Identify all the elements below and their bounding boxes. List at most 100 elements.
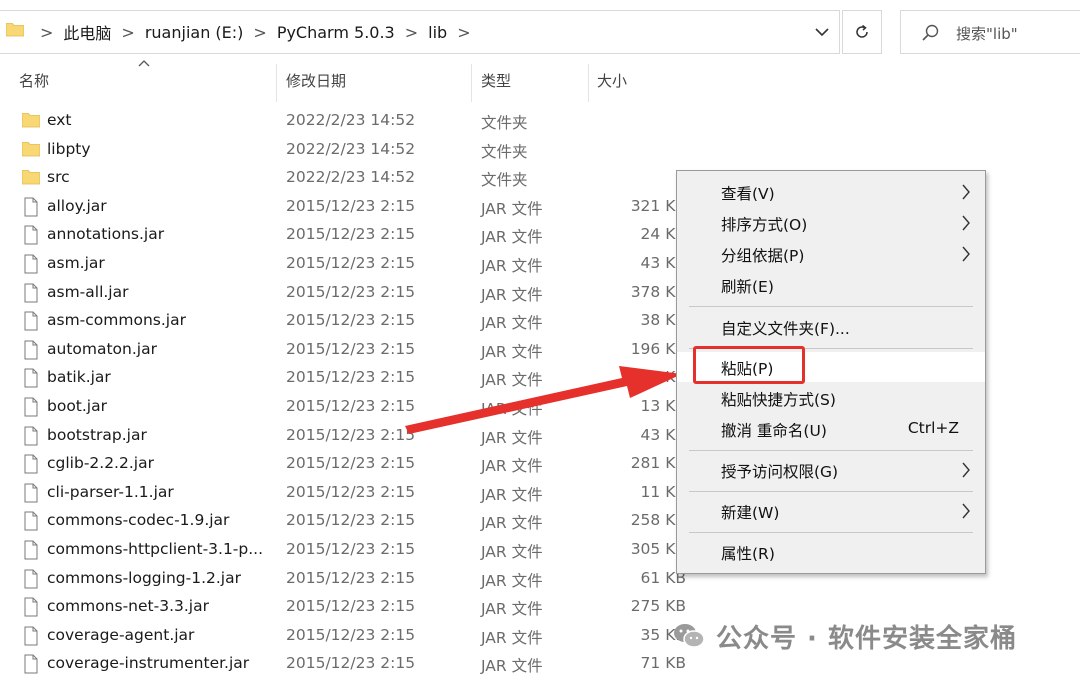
search-placeholder: 搜索"lib": [956, 25, 1018, 43]
file-row[interactable]: commons-net-3.3.jar 2015/12/23 2:15 JAR 文件…: [0, 593, 700, 622]
column-header-type[interactable]: 类型: [481, 70, 511, 94]
file-name: automaton.jar: [47, 339, 157, 358]
file-row[interactable]: commons-httpclient-3.1-p... 2015/12/23 2:…: [0, 536, 700, 565]
menu-item-label: 授予访问权限(G): [721, 463, 839, 481]
file-type: JAR 文件: [481, 657, 543, 676]
menu-item-label: 新建(W): [721, 504, 780, 522]
search-icon: [922, 24, 939, 41]
column-divider[interactable]: [471, 64, 472, 102]
file-icon: [24, 626, 38, 646]
file-row[interactable]: cglib-2.2.2.jar 2015/12/23 2:15 JAR 文件 281 …: [0, 450, 700, 479]
column-header-size[interactable]: 大小: [597, 70, 627, 94]
menu-item-properties[interactable]: 属性(R): [677, 537, 985, 567]
file-name: cli-parser-1.1.jar: [47, 482, 174, 501]
file-row[interactable]: bootstrap.jar 2015/12/23 2:15 JAR 文件 43 KB: [0, 422, 700, 451]
file-row[interactable]: commons-logging-1.2.jar 2015/12/23 2:15 JA…: [0, 565, 700, 594]
breadcrumb-drive[interactable]: ruanjian (E:): [145, 23, 244, 42]
menu-item-label: 刷新(E): [721, 278, 774, 296]
file-row[interactable]: batik.jar 2015/12/23 2:15 JAR 文件 916 KB: [0, 364, 700, 393]
file-type: JAR 文件: [481, 571, 543, 590]
column-divider[interactable]: [276, 64, 277, 102]
file-row[interactable]: src 2022/2/23 14:52 文件夹: [0, 164, 700, 193]
chevron-right-icon: [962, 503, 970, 519]
file-icon: [24, 283, 38, 303]
sort-ascending-icon: [138, 60, 150, 67]
file-type: JAR 文件: [481, 285, 543, 304]
file-row[interactable]: boot.jar 2015/12/23 2:15 JAR 文件 13 KB: [0, 393, 700, 422]
refresh-icon: [856, 24, 868, 38]
menu-item-paste-shortcut[interactable]: 粘贴快捷方式(S): [677, 383, 985, 413]
file-type: 文件夹: [481, 114, 528, 132]
column-header-name[interactable]: 名称: [19, 70, 49, 94]
menu-item-shortcut: Ctrl+Z: [907, 419, 959, 437]
file-row[interactable]: asm-commons.jar 2015/12/23 2:15 JAR 文件 38 K…: [0, 307, 700, 336]
menu-item-sort[interactable]: 排序方式(O): [677, 208, 985, 238]
file-type: JAR 文件: [481, 428, 543, 447]
file-size: 275 KB: [630, 597, 686, 616]
menu-item-group-by[interactable]: 分组依据(P): [677, 239, 985, 269]
search-input[interactable]: 搜索"lib": [900, 10, 1080, 54]
file-row[interactable]: asm-all.jar 2015/12/23 2:15 JAR 文件 378 KB: [0, 279, 700, 308]
chevron-right-icon: >: [404, 22, 419, 42]
folder-icon: [22, 170, 40, 185]
menu-item-refresh[interactable]: 刷新(E): [677, 270, 985, 300]
breadcrumb-this-pc[interactable]: 此电脑: [63, 20, 111, 44]
file-row[interactable]: libpty 2022/2/23 14:52 文件夹: [0, 136, 700, 165]
file-row[interactable]: ext 2022/2/23 14:52 文件夹: [0, 107, 700, 136]
file-size: 71 KB: [640, 654, 686, 673]
file-modified-date: 2015/12/23 2:15: [286, 397, 416, 415]
file-icon: [24, 483, 38, 503]
file-type: JAR 文件: [481, 342, 543, 361]
file-icon: [24, 225, 38, 245]
file-name: coverage-agent.jar: [47, 625, 195, 644]
menu-item-undo-rename[interactable]: 撤消 重命名(U) Ctrl+Z: [677, 414, 985, 444]
file-type: 文件夹: [481, 171, 528, 190]
breadcrumb-lib[interactable]: lib: [428, 23, 447, 42]
menu-item-view[interactable]: 查看(V): [677, 177, 985, 207]
file-name: commons-net-3.3.jar: [47, 597, 209, 616]
file-type: 文件夹: [481, 142, 528, 161]
menu-item-grant-access[interactable]: 授予访问权限(G): [677, 455, 985, 485]
file-icon: [24, 654, 38, 674]
breadcrumb-pycharm[interactable]: PyCharm 5.0.3: [277, 23, 395, 42]
file-icon: [24, 340, 38, 360]
file-type: JAR 文件: [481, 457, 543, 476]
chevron-right-icon: [962, 184, 970, 200]
file-icon: [24, 569, 38, 589]
file-icon: [24, 311, 38, 331]
file-type: JAR 文件: [481, 314, 543, 333]
menu-item-label: 自定义文件夹(F)...: [721, 320, 850, 338]
file-name: commons-logging-1.2.jar: [47, 568, 241, 587]
file-name: src: [47, 168, 70, 187]
wechat-icon: [674, 624, 705, 648]
chevron-right-icon: [962, 215, 970, 231]
column-header-date[interactable]: 修改日期: [286, 70, 346, 94]
menu-separator: [689, 491, 973, 492]
refresh-button[interactable]: [842, 10, 882, 54]
file-row[interactable]: commons-codec-1.9.jar 2015/12/23 2:15 JAR …: [0, 507, 700, 536]
file-modified-date: 2015/12/23 2:15: [286, 597, 416, 616]
menu-item-customize-folder[interactable]: 自定义文件夹(F)...: [677, 312, 985, 342]
watermark-text: 公众号 · 软件安装全家桶: [716, 623, 1017, 654]
file-row[interactable]: annotations.jar 2015/12/23 2:15 JAR 文件 24 K…: [0, 221, 700, 250]
column-divider[interactable]: [588, 64, 589, 102]
file-row[interactable]: alloy.jar 2015/12/23 2:15 JAR 文件 321 KB: [0, 193, 700, 222]
file-type: JAR 文件: [481, 543, 543, 561]
file-modified-date: 2015/12/23 2:15: [286, 196, 416, 215]
file-name: bootstrap.jar: [47, 425, 147, 444]
file-row[interactable]: automaton.jar 2015/12/23 2:15 JAR 文件 196 KB: [0, 336, 700, 365]
file-row[interactable]: cli-parser-1.1.jar 2015/12/23 2:15 JAR 文件 1…: [0, 479, 700, 508]
file-row[interactable]: asm.jar 2015/12/23 2:15 JAR 文件 43 KB: [0, 250, 700, 279]
folder-icon: [6, 23, 24, 37]
file-row[interactable]: coverage-instrumenter.jar 2015/12/23 2:15…: [0, 650, 700, 679]
folder-icon: [22, 113, 40, 128]
file-modified-date: 2015/12/23 2:15: [286, 482, 416, 501]
menu-item-new[interactable]: 新建(W): [677, 496, 985, 526]
file-name: ext: [47, 111, 72, 129]
address-history-dropdown[interactable]: [808, 18, 836, 46]
highlight-box: [693, 346, 805, 384]
file-row[interactable]: coverage-agent.jar 2015/12/23 2:15 JAR 文件 3…: [0, 622, 700, 651]
breadcrumb: > 此电脑 > ruanjian (E:) > PyCharm 5.0.3 > …: [30, 10, 481, 54]
menu-separator: [689, 306, 973, 307]
file-name: asm-commons.jar: [47, 311, 186, 330]
